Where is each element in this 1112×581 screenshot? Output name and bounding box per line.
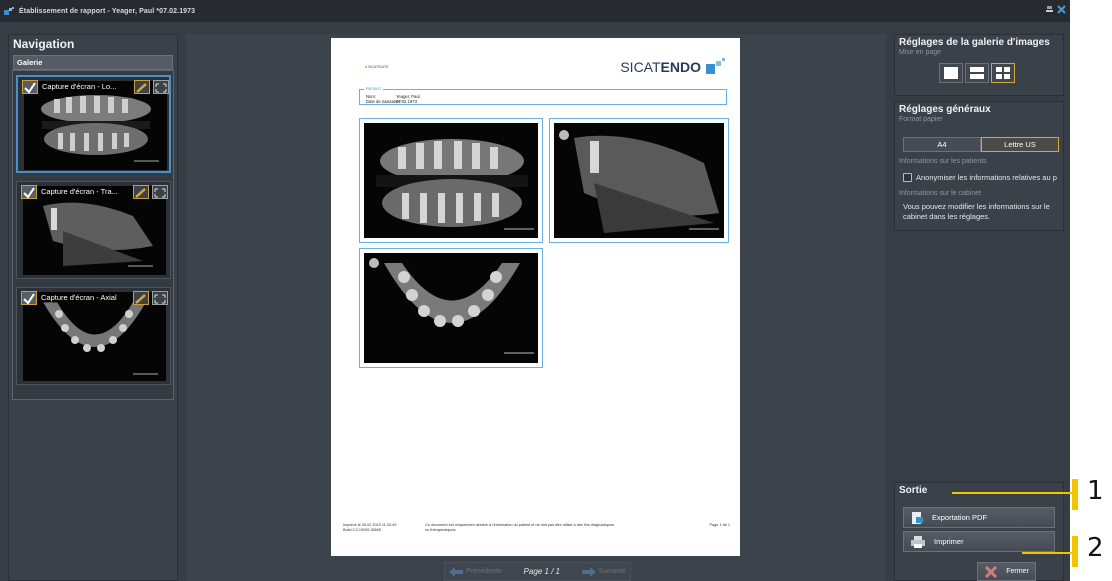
close-window-icon[interactable] [1057,5,1066,14]
gallery-header[interactable]: Galerie [13,55,173,70]
title-bar: Établissement de rapport - Yeager, Paul … [0,0,1070,22]
gallery-item[interactable]: Capture d'écran - Tra... [16,181,171,279]
gallery-item[interactable]: Capture d'écran - Axial [16,287,171,385]
layout-single-button[interactable] [939,63,963,83]
layout-grid-button[interactable] [991,63,1015,83]
sicat-suite-logo: ■ SICATSUITE [365,65,389,69]
close-x-icon [985,565,998,578]
callout-line-2 [1022,552,1074,554]
maximize-icon[interactable] [153,80,169,94]
include-checkbox[interactable] [21,185,37,199]
arrow-left-icon [449,566,463,577]
close-button[interactable]: Fermer [977,562,1036,581]
output-title: Sortie [899,485,928,496]
report-image-frame [549,118,729,243]
general-settings-title: Réglages généraux [899,104,991,115]
page-indicator: Page 1 / 1 [523,567,561,576]
app-logo-icon [4,6,14,15]
paper-format-label: Format papier [899,116,943,123]
gallery-item-label: Capture d'écran - Lo... [40,81,119,92]
minimize-icon[interactable] [1045,5,1054,14]
include-checkbox[interactable] [21,291,37,305]
callout-marker-2 [1072,536,1078,567]
patient-info-label: Informations sur les patients [899,158,987,165]
sicat-endo-logo: SICAT ENDO [620,58,728,76]
callout-number-1: 1 [1087,476,1104,506]
anonymize-option[interactable]: Anonymiser les informations relatives au… [903,173,1057,182]
gallery-settings-panel: Réglages de la galerie d'images Mise en … [894,34,1064,96]
previous-page-button[interactable]: Précédente [449,566,502,577]
gallery-item[interactable]: Capture d'écran - Lo... [16,75,171,173]
report-image [364,253,538,363]
arrow-right-icon [581,566,596,577]
next-page-button[interactable]: Suivante [581,566,626,577]
anonymize-label: Anonymiser les informations relatives au… [916,173,1057,182]
report-image-frame [359,248,543,368]
page-navigator: Précédente Page 1 / 1 Suivante [444,562,631,581]
maximize-icon[interactable] [152,185,168,199]
anonymize-checkbox[interactable] [903,173,912,182]
paper-letter-button[interactable]: Lettre US [981,137,1059,152]
print-button[interactable]: Imprimer [903,531,1055,552]
general-settings-panel: Réglages généraux Format papier A4 Lettr… [894,101,1064,231]
pdf-export-icon [912,511,923,524]
practice-info-text: Vous pouvez modifier les informations su… [903,202,1050,221]
export-pdf-button[interactable]: Exportation PDF [903,507,1055,528]
edit-pencil-icon[interactable] [133,185,149,199]
report-page: ■ SICATSUITE SICAT ENDO PATIENT Nom: Yeag… [331,38,740,556]
maximize-icon[interactable] [152,291,168,305]
callout-number-2: 2 [1087,533,1104,563]
report-image-frame [359,118,543,243]
footer-page-number: Page 1 de 1 [709,523,730,527]
layout-two-rows-button[interactable] [965,63,989,83]
practice-info-label: Informations sur le cabinet [899,190,982,197]
report-image [364,123,538,238]
callout-marker-1 [1072,479,1078,510]
callout-line-1 [952,492,1074,494]
report-image [554,123,724,238]
paper-a4-button[interactable]: A4 [903,137,981,152]
footer-disclaimer: Ce document est uniquement destiné à l'i… [425,523,615,532]
edit-pencil-icon[interactable] [133,291,149,305]
window-title: Établissement de rapport - Yeager, Paul … [19,7,196,15]
footer-printed-info: Imprimé le 26.02.2019 11:20:49 Build 2.0… [343,523,397,532]
include-checkbox[interactable] [22,80,38,94]
gallery-item-label: Capture d'écran - Axial [39,292,119,303]
edit-pencil-icon[interactable] [134,80,150,94]
gallery-settings-title: Réglages de la galerie d'images [899,37,1050,48]
gallery-item-label: Capture d'écran - Tra... [39,186,120,197]
gallery-list[interactable]: Capture d'écran - Lo... Capture d'écran … [12,70,174,400]
printer-icon [911,535,925,548]
layout-label: Mise en page [899,49,942,56]
patient-info-box: PATIENT Nom: Yeager, Paul Date de naissa… [359,87,727,105]
navigation-title: Navigation [13,37,75,51]
